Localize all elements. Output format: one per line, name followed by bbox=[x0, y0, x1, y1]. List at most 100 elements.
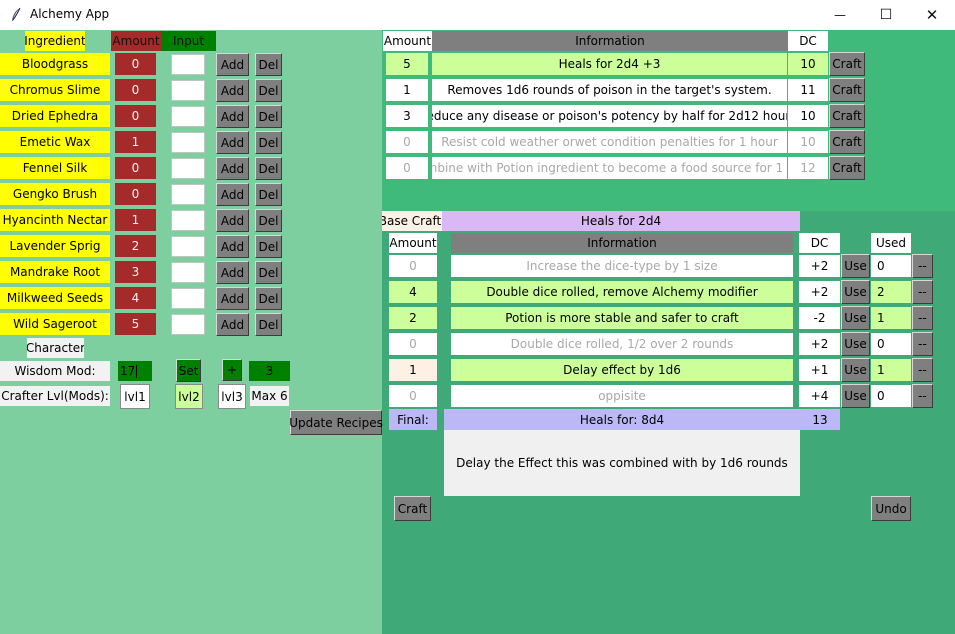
del-button[interactable]: Del bbox=[255, 313, 282, 336]
recipe-information: Heals for 2d4 +3 bbox=[432, 53, 787, 75]
modifier-information: Potion is more stable and safer to craft bbox=[451, 307, 793, 329]
use-button[interactable]: Use bbox=[841, 254, 870, 278]
modifier-dc: -2 bbox=[799, 307, 840, 329]
craft-button[interactable]: Craft bbox=[829, 78, 865, 102]
undo-button[interactable]: Undo bbox=[871, 496, 911, 521]
ingredient-input[interactable] bbox=[171, 158, 205, 179]
ingredient-input[interactable] bbox=[171, 184, 205, 205]
del-button[interactable]: Del bbox=[255, 261, 282, 284]
recipe-information: Resist cold weather orwet condition pena… bbox=[432, 131, 787, 153]
del-button[interactable]: Del bbox=[255, 183, 282, 206]
plus-button[interactable]: + bbox=[222, 359, 242, 381]
modifier-amount: 0 bbox=[389, 255, 437, 277]
modifier-dc: +1 bbox=[799, 359, 840, 381]
del-button[interactable]: Del bbox=[255, 235, 282, 258]
del-button[interactable]: Del bbox=[255, 157, 282, 180]
del-button[interactable]: Del bbox=[255, 131, 282, 154]
decrement-button[interactable]: -- bbox=[912, 280, 933, 304]
recipe-dc-header: DC bbox=[788, 31, 828, 51]
final-result: Heals for: 8d4 bbox=[444, 409, 800, 430]
ingredient-amount: 0 bbox=[115, 183, 156, 205]
ingredient-input[interactable] bbox=[171, 236, 205, 257]
recipe-information: Removes 1d6 rounds of poison in the targ… bbox=[432, 79, 787, 101]
del-button[interactable]: Del bbox=[255, 287, 282, 310]
craft-button[interactable]: Craft bbox=[829, 52, 865, 76]
add-button[interactable]: Add bbox=[216, 313, 249, 336]
decrement-button[interactable]: -- bbox=[912, 358, 933, 382]
ingredient-name: Milkweed Seeds bbox=[0, 287, 110, 309]
decrement-button[interactable]: -- bbox=[912, 306, 933, 330]
add-button[interactable]: Add bbox=[216, 261, 249, 284]
ingredient-row: Emetic Wax 1 Add Del bbox=[0, 131, 382, 154]
del-button[interactable]: Del bbox=[255, 209, 282, 232]
add-button[interactable]: Add bbox=[216, 79, 249, 102]
ingredient-row: Hyancinth Nectar 1 Add Del bbox=[0, 209, 382, 232]
ingredient-row: Gengko Brush 0 Add Del bbox=[0, 183, 382, 206]
del-button[interactable]: Del bbox=[255, 105, 282, 128]
add-button[interactable]: Add bbox=[216, 209, 249, 232]
final-craft-button[interactable]: Craft bbox=[394, 496, 431, 521]
use-button[interactable]: Use bbox=[841, 358, 870, 382]
update-recipes-button[interactable]: Update Recipes bbox=[289, 410, 383, 435]
modifier-amount: 0 bbox=[389, 385, 437, 407]
add-button[interactable]: Add bbox=[216, 105, 249, 128]
del-button[interactable]: Del bbox=[255, 79, 282, 102]
recipe-amount: 0 bbox=[386, 157, 428, 179]
ingredient-amount: 0 bbox=[115, 157, 156, 179]
level-1-button[interactable]: lvl1 bbox=[120, 384, 150, 409]
use-button[interactable]: Use bbox=[841, 332, 870, 356]
add-button[interactable]: Add bbox=[216, 287, 249, 310]
ingredient-name: Bloodgrass bbox=[0, 53, 110, 75]
minimize-button[interactable]: — bbox=[817, 0, 863, 30]
modifier-row: 0 Increase the dice-type by 1 size +2 Us… bbox=[389, 254, 934, 278]
add-button[interactable]: Add bbox=[216, 183, 249, 206]
use-button[interactable]: Use bbox=[841, 306, 870, 330]
level-3-button[interactable]: lvl3 bbox=[218, 384, 246, 409]
maximize-button[interactable]: ☐ bbox=[863, 0, 909, 30]
wisdom-mod-label: Wisdom Mod: bbox=[0, 361, 110, 381]
craft-button[interactable]: Craft bbox=[829, 104, 865, 128]
ingredient-amount: 4 bbox=[115, 287, 156, 309]
ingredient-input[interactable] bbox=[171, 262, 205, 283]
level-2-button[interactable]: lvl2 bbox=[175, 384, 203, 409]
ingredient-input[interactable] bbox=[171, 314, 205, 335]
decrement-button[interactable]: -- bbox=[912, 332, 933, 356]
use-button[interactable]: Use bbox=[841, 280, 870, 304]
recipe-dc: 12 bbox=[788, 157, 828, 179]
ingredient-header: Ingredient bbox=[25, 31, 85, 51]
modifier-dc: +2 bbox=[799, 281, 840, 303]
wisdom-mod-input[interactable]: 17 bbox=[118, 361, 152, 381]
craft-button[interactable]: Craft bbox=[829, 156, 865, 180]
add-button[interactable]: Add bbox=[216, 131, 249, 154]
add-button[interactable]: Add bbox=[216, 157, 249, 180]
ingredient-name: Emetic Wax bbox=[0, 131, 110, 153]
text-cursor bbox=[136, 364, 138, 378]
ingredient-amount: 0 bbox=[115, 105, 156, 127]
ingredient-amount: 3 bbox=[115, 261, 156, 283]
ingredient-name: Lavender Sprig bbox=[0, 235, 110, 257]
ingredient-input[interactable] bbox=[171, 106, 205, 127]
add-button[interactable]: Add bbox=[216, 235, 249, 258]
close-button[interactable]: ✕ bbox=[909, 0, 955, 30]
ingredient-input[interactable] bbox=[171, 288, 205, 309]
ingredient-amount: 1 bbox=[115, 131, 156, 153]
recipe-row: 1 Removes 1d6 rounds of poison in the ta… bbox=[383, 78, 873, 102]
modifier-amount: 4 bbox=[389, 281, 437, 303]
del-button[interactable]: Del bbox=[255, 53, 282, 76]
ingredient-input[interactable] bbox=[171, 80, 205, 101]
ingredient-input[interactable] bbox=[171, 54, 205, 75]
decrement-button[interactable]: -- bbox=[912, 254, 933, 278]
ingredient-input[interactable] bbox=[171, 210, 205, 231]
use-button[interactable]: Use bbox=[841, 384, 870, 408]
ingredient-input[interactable] bbox=[171, 132, 205, 153]
max-level-label: Max 6 bbox=[250, 386, 289, 406]
add-button[interactable]: Add bbox=[216, 53, 249, 76]
decrement-button[interactable]: -- bbox=[912, 384, 933, 408]
ingredient-name: Hyancinth Nectar bbox=[0, 209, 110, 231]
ingredient-name: Dried Ephedra bbox=[0, 105, 110, 127]
modifier-information: Double dice rolled, remove Alchemy modif… bbox=[451, 281, 793, 303]
craft-button[interactable]: Craft bbox=[829, 130, 865, 154]
recipe-dc: 10 bbox=[788, 105, 828, 127]
ingredient-amount: 0 bbox=[115, 53, 156, 75]
set-button[interactable]: Set bbox=[176, 359, 201, 382]
